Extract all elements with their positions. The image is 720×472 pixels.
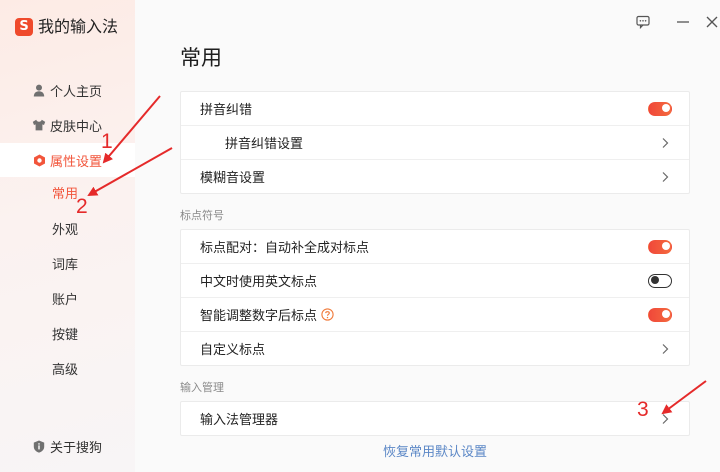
- sidebar-subitem-common[interactable]: 常用: [0, 179, 135, 211]
- setting-row-fuzzy-pinyin[interactable]: 模糊音设置: [181, 159, 689, 193]
- setting-label: 标点配对：自动补全成对标点: [200, 241, 370, 256]
- setting-label: 拼音纠错设置: [225, 137, 304, 152]
- sidebar-subitem-account[interactable]: 账户: [0, 285, 135, 317]
- sidebar-subitem-appearance[interactable]: 外观: [0, 215, 135, 247]
- annotation-number-2: 2: [76, 195, 88, 218]
- settings-card-pinyin: 拼音纠错 拼音纠错设置 模糊音设置: [180, 91, 690, 194]
- feedback-icon[interactable]: [636, 15, 650, 29]
- setting-row-punct-pairing: 标点配对：自动补全成对标点: [181, 230, 689, 263]
- section-label-input-management: 输入管理: [180, 381, 224, 394]
- smart-number-punct-toggle[interactable]: [648, 307, 672, 322]
- punct-pairing-toggle[interactable]: [648, 239, 672, 254]
- sidebar-subitem-keys[interactable]: 按键: [0, 320, 135, 352]
- setting-label: 中文时使用英文标点: [200, 275, 318, 290]
- setting-row-pinyin-correction: 拼音纠错: [181, 92, 689, 125]
- setting-label: 输入法管理器: [200, 413, 279, 428]
- setting-row-custom-punct[interactable]: 自定义标点: [181, 331, 689, 365]
- logo-letter: S: [19, 19, 29, 34]
- settings-card-punctuation: 标点配对：自动补全成对标点 中文时使用英文标点 智能调整数字后标点 自定义标点: [180, 229, 690, 366]
- shirt-icon: [32, 118, 46, 132]
- minimize-icon[interactable]: [676, 15, 690, 29]
- sidebar-subitem-advanced[interactable]: 高级: [0, 355, 135, 387]
- sogou-logo-icon: S: [15, 18, 33, 36]
- sidebar-item-label: 皮肤中心: [50, 119, 103, 135]
- setting-row-pinyin-correction-settings[interactable]: 拼音纠错设置: [181, 125, 689, 159]
- english-punct-toggle[interactable]: [648, 273, 672, 288]
- sidebar-item-settings[interactable]: 属性设置: [0, 143, 135, 177]
- chevron-right-icon[interactable]: [662, 343, 670, 355]
- annotation-number-3: 3: [637, 398, 649, 421]
- close-icon[interactable]: [705, 15, 719, 29]
- setting-row-ime-manager[interactable]: 输入法管理器: [181, 402, 689, 435]
- settings-card-input-management: 输入法管理器: [180, 401, 690, 436]
- sidebar-item-label: 个人主页: [50, 84, 103, 100]
- sidebar-subitem-dictionary[interactable]: 词库: [0, 250, 135, 282]
- setting-row-smart-number-punct: 智能调整数字后标点: [181, 297, 689, 331]
- sidebar-item-label: 关于搜狗: [50, 440, 103, 456]
- setting-label: 模糊音设置: [200, 171, 266, 186]
- annotation-number-1: 1: [101, 130, 113, 153]
- setting-label: 自定义标点: [200, 343, 266, 358]
- help-icon[interactable]: [321, 308, 334, 321]
- setting-row-english-punct: 中文时使用英文标点: [181, 263, 689, 297]
- section-label-punctuation: 标点符号: [180, 209, 224, 222]
- setting-label: 拼音纠错: [200, 103, 253, 118]
- sidebar-item-profile[interactable]: 个人主页: [0, 73, 135, 107]
- chevron-right-icon[interactable]: [662, 137, 670, 149]
- sidebar-item-about[interactable]: 关于搜狗: [0, 429, 135, 463]
- settings-hex-icon: [32, 153, 46, 167]
- about-shield-icon: [32, 439, 46, 453]
- sidebar-item-label: 属性设置: [50, 154, 103, 170]
- sidebar-item-skins[interactable]: 皮肤中心: [0, 108, 135, 142]
- chevron-right-icon[interactable]: [662, 171, 670, 183]
- person-icon: [32, 83, 46, 97]
- restore-defaults-link[interactable]: 恢复常用默认设置: [180, 445, 690, 461]
- chevron-right-icon[interactable]: [662, 413, 670, 425]
- setting-label: 智能调整数字后标点: [200, 309, 318, 324]
- sidebar: S 我的输入法 个人主页 皮肤中心 属性设置 常用 外观 词库 账户 按键 高级…: [0, 0, 135, 472]
- pinyin-correction-toggle[interactable]: [648, 101, 672, 116]
- page-title: 常用: [180, 46, 222, 70]
- app-title: 我的输入法: [38, 17, 119, 36]
